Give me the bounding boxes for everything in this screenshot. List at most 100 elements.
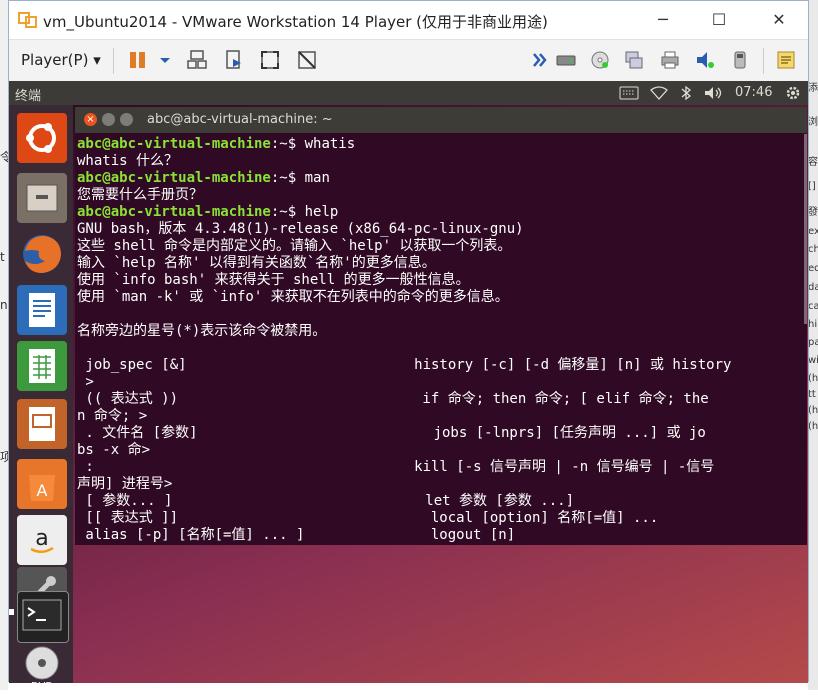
pause-icon[interactable] xyxy=(127,49,149,71)
command-text: help xyxy=(304,204,339,220)
terminal-line: n 命令; > xyxy=(77,408,148,424)
player-toolbar: Player(P) ▾ xyxy=(9,39,808,82)
terminal-line: : kill [-s 信号声明 | -n 信号编号 | -信号 xyxy=(77,459,715,475)
files-icon[interactable] xyxy=(17,173,67,223)
host-text: t xyxy=(0,250,5,264)
terminal-maximize-button[interactable] xyxy=(120,113,133,126)
terminal-line: abc@abc-virtual-machine:~$ whatis xyxy=(77,136,355,153)
terminal-icon[interactable] xyxy=(17,591,69,643)
host-text: (h xyxy=(808,373,818,384)
removable-devices-icon[interactable] xyxy=(223,49,245,71)
terminal-line: 这些 shell 命令是内部定义的。请输入 `help' 以获取一个列表。 xyxy=(77,238,512,254)
host-text: ed xyxy=(808,263,818,274)
terminal-line: bs -x 命> xyxy=(77,442,151,458)
host-text: 容 xyxy=(808,157,818,168)
host-desktop-right-strip: 添 浏 容 [] 發 ex ch ed da ca hi pa wi (h tt… xyxy=(808,0,818,690)
close-button[interactable]: ✕ xyxy=(759,9,799,31)
ubuntu-launcher: A a DVD xyxy=(9,105,73,692)
player-menu-button[interactable]: Player(P) ▾ xyxy=(21,51,101,69)
bluetooth-icon[interactable] xyxy=(680,85,692,101)
svg-text:a: a xyxy=(35,526,48,551)
libreoffice-writer-icon[interactable] xyxy=(17,285,67,335)
command-text: man xyxy=(304,170,330,186)
terminal-titlebar[interactable]: × abc@abc-virtual-machine: ~ xyxy=(75,107,807,133)
amazon-icon[interactable]: a xyxy=(17,515,67,565)
prompt-suffix: :~$ xyxy=(270,204,305,220)
prompt-user: abc@abc-virtual-machine xyxy=(77,170,271,186)
terminal-line: job_spec [&] history [-c] [-d 偏移量] [n] 或… xyxy=(77,357,732,373)
host-text: (h xyxy=(808,405,818,416)
send-ctrl-alt-del-icon[interactable] xyxy=(186,49,208,71)
prompt-suffix: :~$ xyxy=(270,136,305,152)
terminal-window: × abc@abc-virtual-machine: ~ abc@abc-vir… xyxy=(75,107,807,545)
terminal-line: [ 参数... ] let 参数 [参数 ...] xyxy=(77,493,575,509)
terminal-line: (( 表达式 )) if 命令; then 命令; [ elif 命令; the xyxy=(77,391,709,407)
terminal-minimize-button[interactable] xyxy=(102,113,115,126)
prompt-user: abc@abc-virtual-machine xyxy=(77,136,271,152)
terminal-output[interactable]: abc@abc-virtual-machine:~$ whatis whatis… xyxy=(75,134,803,545)
network-adapter-icon[interactable] xyxy=(623,49,645,71)
host-text: (h xyxy=(808,421,818,432)
ubuntu-software-icon[interactable]: A xyxy=(17,459,67,509)
active-app-title: 终端 xyxy=(15,89,42,104)
terminal-line: 使用 `info bash' 来获得关于 shell 的更多一般性信息。 xyxy=(77,272,470,288)
printer-icon[interactable] xyxy=(659,49,681,71)
terminal-line: 名称旁边的星号(*)表示该命令被禁用。 xyxy=(77,323,327,339)
svg-text:A: A xyxy=(37,481,48,500)
terminal-close-button[interactable]: × xyxy=(84,113,97,126)
prompt-suffix: :~$ xyxy=(270,170,305,186)
host-text: pa xyxy=(808,337,818,348)
terminal-line: . 文件名 [参数] jobs [-lnprs] [任务声明 ...] 或 jo xyxy=(77,425,706,441)
command-text: whatis xyxy=(304,136,356,152)
terminal-scrollbar[interactable] xyxy=(804,134,807,324)
gear-icon[interactable] xyxy=(784,84,802,102)
wifi-icon[interactable] xyxy=(650,86,668,100)
terminal-line: 使用 `man -k' 或 `info' 来获取不在列表中的命令的更多信息。 xyxy=(77,289,509,305)
hard-disk-icon[interactable] xyxy=(555,49,577,71)
libreoffice-calc-icon[interactable] xyxy=(17,341,67,391)
host-text: 浏 xyxy=(808,117,818,128)
usb-device-icon[interactable] xyxy=(729,49,751,71)
firefox-icon[interactable] xyxy=(17,229,67,279)
vmware-player-window: vm_Ubuntu2014 - VMware Workstation 14 Pl… xyxy=(8,0,809,692)
terminal-line: GNU bash，版本 4.3.48(1)-release (x86_64-pc… xyxy=(77,221,524,237)
keyboard-icon[interactable] xyxy=(619,86,639,100)
host-text: n xyxy=(0,298,8,312)
host-text: ch xyxy=(808,244,818,255)
toolbar-divider xyxy=(763,48,764,74)
host-text: ca xyxy=(808,301,818,312)
dash-home-icon[interactable] xyxy=(17,113,67,163)
fullscreen-icon[interactable] xyxy=(259,49,281,71)
host-text: tt xyxy=(808,389,816,400)
terminal-line: whatis 什么？ xyxy=(77,153,179,169)
host-desktop-left-strip: 令 t n 项 xyxy=(0,0,12,690)
host-text: da xyxy=(808,282,818,293)
minimize-button[interactable]: ─ xyxy=(643,9,683,31)
maximize-button[interactable]: ☐ xyxy=(699,9,739,31)
host-text: wi xyxy=(808,355,818,366)
host-text: 添 xyxy=(808,83,818,94)
terminal-title: abc@abc-virtual-machine: ~ xyxy=(147,112,333,127)
terminal-line: > xyxy=(77,374,94,390)
terminal-line: abc@abc-virtual-machine:~$ man xyxy=(77,170,330,187)
running-app-indicator xyxy=(9,609,14,615)
prompt-user: abc@abc-virtual-machine xyxy=(77,204,271,220)
toolbar-divider xyxy=(113,48,114,74)
message-log-icon[interactable] xyxy=(775,49,797,71)
unity-mode-icon[interactable] xyxy=(296,49,318,71)
terminal-line: 输入 `help 名称' 以得到有关函数`名称'的更多信息。 xyxy=(77,255,436,271)
chevron-down-icon[interactable] xyxy=(154,49,176,71)
volume-icon[interactable] xyxy=(703,85,725,101)
dvd-drive-icon[interactable]: DVD xyxy=(17,641,67,692)
panel-clock[interactable]: 07:46 xyxy=(735,85,772,100)
window-titlebar[interactable]: vm_Ubuntu2014 - VMware Workstation 14 Pl… xyxy=(9,1,808,39)
double-chevron-right-icon[interactable] xyxy=(529,49,551,71)
host-text: 發 xyxy=(808,207,818,218)
window-title: vm_Ubuntu2014 - VMware Workstation 14 Pl… xyxy=(43,13,548,31)
host-text: hi xyxy=(808,319,818,330)
libreoffice-impress-icon[interactable] xyxy=(17,399,67,449)
terminal-line: 您需要什么手册页？ xyxy=(77,187,203,203)
cd-dvd-icon[interactable] xyxy=(589,49,611,71)
terminal-line: [[ 表达式 ]] local [option] 名称[=值] ... xyxy=(77,510,659,526)
sound-card-icon[interactable] xyxy=(694,49,716,71)
